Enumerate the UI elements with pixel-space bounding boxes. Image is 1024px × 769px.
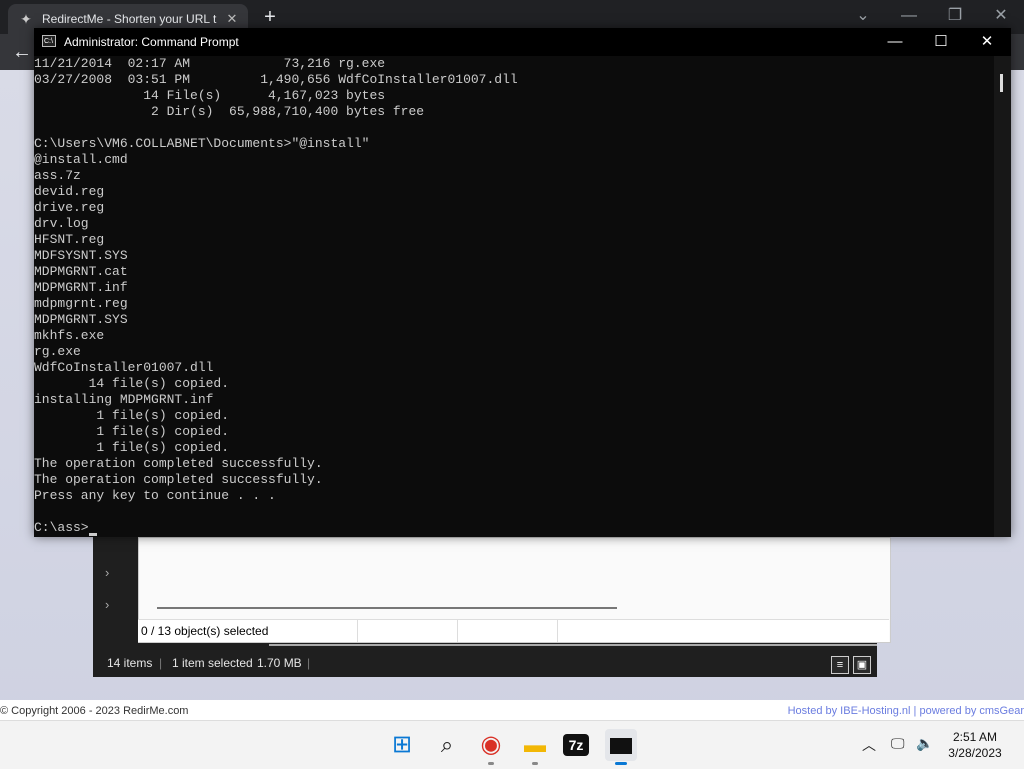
details-view-icon[interactable]: ≡: [831, 656, 849, 674]
tab-search-icon[interactable]: ⌄: [848, 4, 878, 28]
console-output[interactable]: 11/21/2014 02:17 AM 73,216 rg.exe 03/27/2…: [34, 56, 994, 537]
browser-close-button[interactable]: ✕: [986, 4, 1016, 28]
chevron-up-icon[interactable]: ︿: [862, 735, 876, 755]
console-line: 03/27/2008 03:51 PM 1,490,656 WdfCoInsta…: [34, 72, 518, 87]
maximize-button[interactable]: ☐: [918, 28, 964, 56]
console-line: mdpmgrnt.reg: [34, 296, 128, 311]
network-icon[interactable]: 🖵: [891, 735, 905, 752]
new-tab-button[interactable]: +: [258, 6, 282, 28]
footer-hosted-link[interactable]: Hosted by IBE-Hosting.nl | powered by cm…: [788, 705, 1024, 717]
console-line: 14 file(s) copied.: [34, 376, 230, 391]
console-line: MDFSYSNT.SYS: [34, 248, 128, 263]
tab-title: RedirectMe - Shorten your URL t: [42, 12, 217, 26]
console-line: HFSNT.reg: [34, 232, 105, 247]
vertical-scrollbar[interactable]: [994, 56, 1011, 537]
selection-status: 0 / 13 object(s) selected: [138, 620, 358, 642]
items-count: 14 items: [107, 656, 153, 670]
console-line: ass.7z: [34, 168, 81, 183]
console-line: The operation completed successfully.: [34, 456, 323, 471]
console-line: @install.cmd: [34, 152, 128, 167]
status-segment: [358, 620, 458, 642]
console-line: mkhfs.exe: [34, 328, 105, 343]
console-line: Press any key to continue . . .: [34, 488, 276, 503]
console-line: MDPMGRNT.SYS: [34, 312, 128, 327]
start-icon[interactable]: ⊞: [386, 729, 418, 761]
large-icons-view-icon[interactable]: ▣: [853, 656, 871, 674]
console-line: 1 file(s) copied.: [34, 408, 230, 423]
console-line: installing MDPMGRNT.inf: [34, 392, 214, 407]
terminal-icon[interactable]: [605, 729, 637, 765]
console-line: drv.log: [34, 216, 89, 231]
console-line: drive.reg: [34, 200, 105, 215]
file-explorer-icon[interactable]: ▬: [519, 729, 551, 765]
text-cursor: [88, 533, 97, 536]
console-line: The operation completed successfully.: [34, 472, 323, 487]
console-line: MDPMGRNT.inf: [34, 280, 128, 295]
browser-restore-button[interactable]: ❐: [940, 4, 970, 28]
page-footer: © Copyright 2006 - 2023 RedirMe.com Host…: [0, 700, 1024, 722]
archive-status-bar: 0 / 13 object(s) selected: [138, 619, 889, 642]
volume-icon[interactable]: 🔈: [916, 735, 933, 752]
item-size: 1.70 MB: [257, 656, 302, 670]
console-line: 11/21/2014 02:17 AM 73,216 rg.exe: [34, 56, 386, 71]
clock-date: 3/28/2023: [948, 746, 1002, 760]
prompt-text: C:\ass>: [34, 520, 89, 535]
console-line: 14 File(s) 4,167,023 bytes: [34, 88, 386, 103]
clock[interactable]: 2:51 AM 3/28/2023: [944, 729, 1006, 761]
console-line: devid.reg: [34, 184, 105, 199]
footer-copyright: © Copyright 2006 - 2023 RedirMe.com: [0, 705, 189, 717]
window-title: Administrator: Command Prompt: [64, 35, 239, 49]
minimize-button[interactable]: —: [872, 28, 918, 56]
item-selected: 1 item selected: [172, 656, 253, 670]
running-indicator: [488, 762, 494, 765]
console-line: WdfCoInstaller01007.dll: [34, 360, 214, 375]
explorer-status-bar: 14 items | 1 item selected 1.70 MB |: [93, 649, 877, 677]
7zip-icon[interactable]: 7z: [563, 734, 589, 756]
scrollbar-thumb[interactable]: [1000, 74, 1003, 92]
active-indicator: [615, 762, 627, 765]
status-segment: [458, 620, 558, 642]
divider: [269, 644, 877, 646]
horizontal-scrollbar[interactable]: [157, 607, 617, 609]
console-line: C:\Users\VM6.COLLABNET\Documents>"@insta…: [34, 136, 370, 151]
divider: |: [159, 656, 163, 670]
browser-minimize-button[interactable]: —: [894, 4, 924, 28]
chevron-right-icon[interactable]: ›: [105, 565, 109, 580]
console-line: rg.exe: [34, 344, 81, 359]
cmd-titlebar[interactable]: C:\ Administrator: Command Prompt — ☐ ✕: [34, 28, 1011, 56]
chrome-icon[interactable]: ◉: [475, 729, 507, 765]
console-prompt[interactable]: C:\ass>: [34, 520, 994, 536]
cmd-icon: C:\: [42, 35, 56, 47]
navigation-pane: › ›: [93, 537, 138, 647]
command-prompt-window[interactable]: C:\ Administrator: Command Prompt — ☐ ✕ …: [34, 28, 1011, 537]
running-indicator: [532, 762, 538, 765]
file-explorer-window: › › 0 / 13 object(s) selected 14 items |…: [93, 537, 891, 677]
back-button[interactable]: ←: [8, 38, 36, 66]
console-line: 1 file(s) copied.: [34, 424, 230, 439]
console-line: 1 file(s) copied.: [34, 440, 230, 455]
divider: |: [307, 656, 311, 670]
taskbar: ⊞ ⌕ ◉ ▬ 7z ︿ 🖵 🔈 2:51 AM 3/28/2023: [0, 720, 1024, 769]
close-tab-icon[interactable]: ✕: [222, 11, 242, 27]
console-line: 2 Dir(s) 65,988,710,400 bytes free: [34, 104, 425, 119]
chevron-right-icon[interactable]: ›: [105, 597, 109, 612]
search-icon[interactable]: ⌕: [431, 729, 463, 761]
console-line: MDPMGRNT.cat: [34, 264, 128, 279]
close-button[interactable]: ✕: [964, 28, 1010, 56]
redirectme-logo-icon: ✦: [20, 11, 32, 27]
clock-time: 2:51 AM: [952, 730, 998, 744]
